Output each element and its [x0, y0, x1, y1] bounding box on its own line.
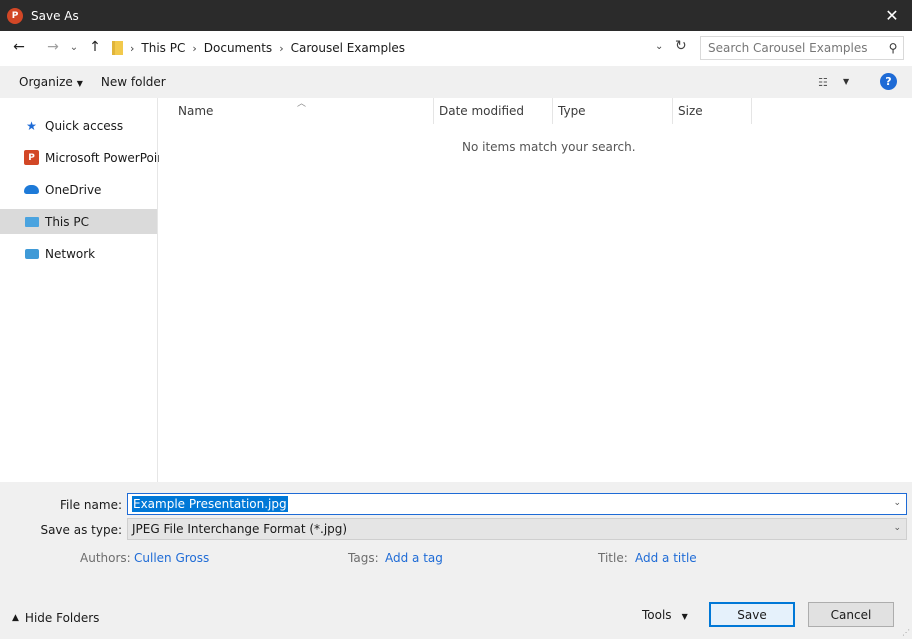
sidebar-item-label: Network — [45, 246, 96, 261]
address-row: ← → ⌄ ↑ › This PC › Documents › Carousel… — [0, 31, 912, 65]
column-divider[interactable] — [552, 98, 553, 124]
folder-icon — [112, 41, 123, 55]
sidebar-item-onedrive[interactable]: OneDrive — [0, 177, 157, 202]
caret-down-icon: ▼ — [681, 612, 688, 621]
address-bar[interactable]: › This PC › Documents › Carousel Example… — [108, 36, 693, 60]
search-placeholder: Search Carousel Examples — [708, 41, 868, 55]
empty-folder-message: No items match your search. — [462, 140, 636, 154]
file-name-field[interactable]: Example Presentation.jpg ⌄ — [127, 493, 907, 515]
tools-menu-button[interactable]: Tools ▼ — [642, 608, 688, 622]
save-as-type-label: Save as type: — [40, 523, 122, 537]
sidebar-item-label: Quick access — [45, 118, 124, 133]
hide-folders-label: Hide Folders — [24, 611, 100, 625]
sidebar-item-microsoft-powerpoint[interactable]: P Microsoft PowerPoint — [0, 145, 170, 170]
chevron-right-icon[interactable]: › — [192, 42, 196, 55]
authors-value[interactable]: Cullen Gross — [134, 551, 209, 565]
sidebar-item-this-pc[interactable]: This PC — [0, 209, 157, 234]
command-bar: Organize ▼ New folder ☷ ▼ ? — [0, 66, 912, 98]
computer-icon — [24, 216, 39, 227]
new-folder-button[interactable]: New folder — [101, 75, 166, 89]
file-name-label: File name: — [60, 498, 122, 512]
caret-down-icon: ▼ — [76, 79, 83, 88]
chevron-right-icon[interactable]: › — [130, 42, 134, 55]
hide-folders-button[interactable]: ▲ Hide Folders — [12, 611, 99, 625]
chevron-up-icon: ▲ — [12, 613, 19, 623]
star-icon: ★ — [26, 118, 37, 133]
chevron-down-icon[interactable]: ⌄ — [893, 498, 901, 508]
column-divider[interactable] — [433, 98, 434, 124]
search-input[interactable]: Search Carousel Examples ⚲ — [700, 36, 904, 60]
column-header-size[interactable]: Size — [678, 104, 703, 118]
save-as-type-value: JPEG File Interchange Format (*.jpg) — [132, 522, 348, 536]
column-header-date-modified[interactable]: Date modified — [439, 104, 524, 118]
authors-label: Authors: — [80, 551, 131, 565]
save-button[interactable]: Save — [709, 602, 795, 627]
forward-arrow-icon[interactable]: → — [44, 39, 62, 55]
title-bar: P Save As ✕ — [0, 0, 912, 31]
column-divider[interactable] — [672, 98, 673, 124]
window-title: Save As — [31, 8, 79, 23]
breadcrumb-carousel-examples[interactable]: Carousel Examples — [291, 41, 405, 55]
cloud-icon — [24, 185, 39, 194]
view-options-icon[interactable]: ☷ — [818, 76, 828, 89]
caret-down-icon[interactable]: ▼ — [843, 77, 849, 86]
recent-locations-chevron-icon[interactable]: ⌄ — [65, 42, 83, 53]
chevron-down-icon[interactable]: ⌄ — [893, 523, 901, 533]
help-icon[interactable]: ? — [880, 73, 897, 90]
organize-button[interactable]: Organize ▼ — [19, 75, 83, 89]
back-arrow-icon[interactable]: ← — [10, 39, 28, 55]
breadcrumb-documents[interactable]: Documents — [204, 41, 272, 55]
up-arrow-icon[interactable]: ↑ — [86, 39, 104, 55]
sidebar-item-network[interactable]: Network — [0, 241, 157, 266]
tags-input[interactable]: Add a tag — [385, 551, 443, 565]
sidebar-item-label: This PC — [45, 214, 89, 229]
sidebar-item-label: Microsoft PowerPoint — [45, 150, 170, 165]
title-input[interactable]: Add a title — [635, 551, 697, 565]
sidebar-item-label: OneDrive — [45, 182, 102, 197]
breadcrumb-this-pc[interactable]: This PC — [141, 41, 185, 55]
resize-grip-icon[interactable]: ⋰ — [902, 628, 910, 637]
chevron-right-icon[interactable]: › — [279, 42, 283, 55]
sort-ascending-icon: ︿ — [297, 99, 307, 109]
save-options-pane: File name: Example Presentation.jpg ⌄ Sa… — [0, 482, 912, 639]
powerpoint-app-icon: P — [7, 7, 23, 24]
cancel-button[interactable]: Cancel — [808, 602, 894, 627]
refresh-icon[interactable]: ↻ — [675, 38, 687, 54]
column-divider[interactable] — [751, 98, 752, 124]
close-button[interactable]: ✕ — [872, 0, 912, 31]
powerpoint-icon: P — [24, 150, 39, 165]
tags-label: Tags: — [348, 551, 379, 565]
file-name-value[interactable]: Example Presentation.jpg — [132, 496, 288, 512]
sidebar-item-quick-access[interactable]: ★ Quick access — [0, 113, 157, 138]
column-header-name[interactable]: Name — [178, 104, 213, 118]
save-as-type-select[interactable]: JPEG File Interchange Format (*.jpg) ⌄ — [127, 518, 907, 540]
tools-label: Tools — [642, 608, 672, 622]
address-dropdown-chevron-icon[interactable]: ⌄ — [655, 41, 663, 52]
file-list[interactable]: ︿ Name Date modified Type Size No items … — [159, 98, 912, 482]
organize-label: Organize — [19, 75, 73, 89]
title-label: Title: — [598, 551, 628, 565]
search-icon[interactable]: ⚲ — [883, 41, 903, 55]
column-header-type[interactable]: Type — [558, 104, 586, 118]
navigation-pane[interactable]: ★ Quick access P Microsoft PowerPoint On… — [0, 98, 170, 482]
network-icon — [24, 248, 39, 259]
